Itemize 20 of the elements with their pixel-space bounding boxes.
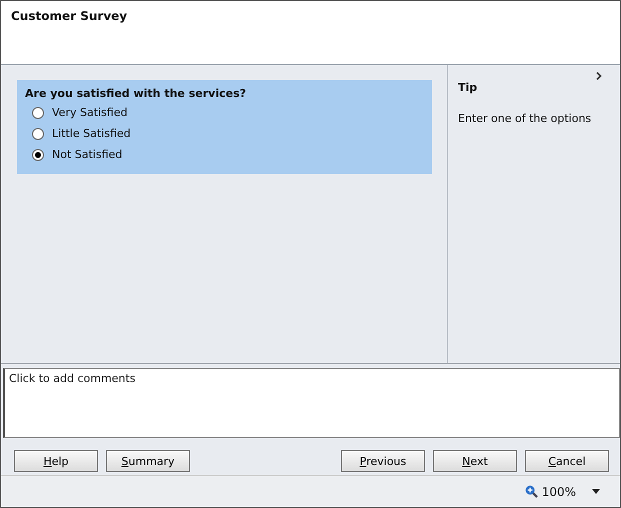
- radio-button[interactable]: [32, 148, 44, 160]
- question-text: Are you satisfied with the services?: [25, 87, 246, 100]
- radio-button[interactable]: [32, 106, 44, 118]
- option-label[interactable]: Very Satisfied: [52, 106, 128, 119]
- option-label[interactable]: Not Satisfied: [52, 148, 122, 161]
- dialog-button[interactable]: Cancel: [525, 450, 609, 472]
- tip-text: Enter one of the options: [458, 112, 592, 125]
- option-label[interactable]: Little Satisfied: [52, 127, 131, 140]
- dialog-button[interactable]: Help: [14, 450, 98, 472]
- dialog-button[interactable]: Previous: [341, 450, 425, 472]
- tip-title: Tip: [458, 81, 478, 94]
- dropdown-icon[interactable]: [592, 489, 600, 494]
- comments-field[interactable]: Click to add comments: [3, 368, 620, 438]
- zoom-icon[interactable]: [524, 485, 538, 498]
- zoom-level: 100%: [542, 484, 576, 498]
- dialog-button[interactable]: Summary: [106, 450, 190, 472]
- window-title: Customer Survey: [11, 9, 128, 23]
- dialog-button[interactable]: Next: [433, 450, 517, 472]
- chevron-icon[interactable]: [596, 72, 602, 80]
- radio-button[interactable]: [32, 128, 44, 140]
